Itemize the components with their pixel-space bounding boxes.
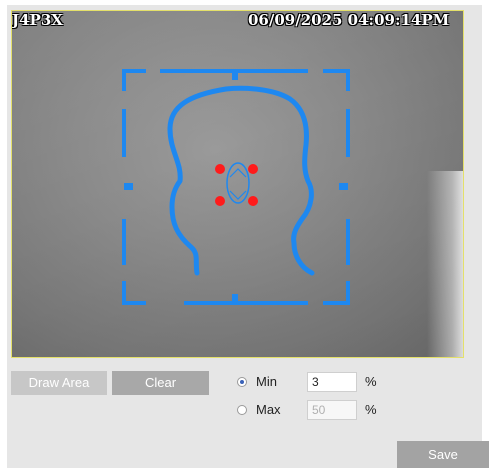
max-size-input[interactable] (307, 400, 357, 420)
min-radio[interactable] (237, 377, 247, 387)
face-detection-overlay (122, 69, 350, 305)
frame-tick-marks (124, 71, 348, 303)
head-outline-icon (167, 85, 315, 276)
min-label: Min (256, 374, 277, 389)
draw-area-button[interactable]: Draw Area (11, 371, 107, 395)
min-size-input[interactable] (307, 372, 357, 392)
save-button[interactable]: Save (397, 441, 489, 468)
min-unit: % (365, 374, 377, 389)
max-unit: % (365, 402, 377, 417)
live-video-preview[interactable]: J4P3X 06/09/2025 04:09:14PM (11, 10, 464, 358)
max-radio[interactable] (237, 405, 247, 415)
clear-button[interactable]: Clear (112, 371, 209, 395)
face-detection-frame-icon (122, 69, 350, 305)
max-label: Max (256, 402, 281, 417)
face-landmark-points-icon (215, 162, 258, 206)
